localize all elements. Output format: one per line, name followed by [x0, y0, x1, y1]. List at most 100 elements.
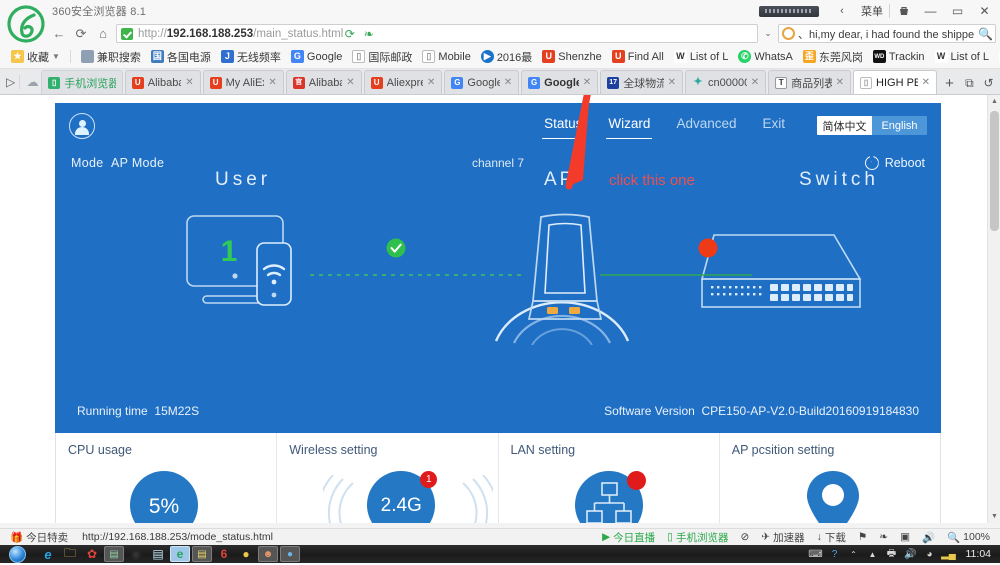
taskbar-window-other[interactable]: ● — [280, 546, 300, 562]
refresh-circle-icon[interactable]: ⟳ — [343, 27, 356, 40]
card-lan-setting[interactable]: LAN setting — [499, 433, 720, 523]
tab-item-active[interactable]: ▯ HIGH PE ✕ — [853, 70, 937, 94]
language-option-english[interactable]: English — [872, 116, 927, 135]
page-scrollbar[interactable]: ▲ ▼ — [987, 95, 1000, 523]
tab-item[interactable]: G Google ✕ — [444, 70, 519, 94]
home-icon[interactable]: ⌂ — [92, 24, 114, 44]
maximize-button[interactable]: ▭ — [944, 1, 971, 22]
bookmark-item[interactable]: UFind All — [607, 47, 669, 67]
leaf-icon[interactable]: ❧ — [362, 27, 375, 40]
nav-item-exit[interactable]: Exit — [762, 116, 785, 135]
tray-expand-icon[interactable]: ⌃ — [847, 547, 861, 561]
bookmark-item[interactable]: WList of L — [930, 47, 995, 67]
close-icon[interactable]: ✕ — [922, 77, 930, 88]
tab-item[interactable]: ✦ cn00000 ✕ — [685, 70, 766, 94]
new-tab-button[interactable]: + — [939, 72, 960, 94]
undo-tab-icon[interactable]: ↺ — [979, 72, 998, 94]
tab-item[interactable]: U Aliexpre ✕ — [364, 70, 443, 94]
close-icon[interactable]: ✕ — [504, 77, 512, 88]
status-flag-icon[interactable]: ⚑ — [852, 531, 873, 543]
minimize-button[interactable]: — — [917, 1, 944, 22]
tray-keyboard-icon[interactable]: ⌨ — [809, 547, 823, 561]
status-leaf-icon[interactable]: ❧ — [873, 531, 894, 543]
bookmark-item[interactable]: WList of L — [669, 47, 734, 67]
taskbar-app-icon[interactable]: ✿ — [82, 546, 102, 562]
taskbar-ie-icon[interactable]: e — [38, 546, 58, 562]
status-shield-icon[interactable]: ⊘ — [734, 531, 755, 543]
url-input[interactable]: http://192.168.188.253/main_status.html … — [116, 24, 758, 43]
tab-item[interactable]: U My AliEx ✕ — [203, 70, 284, 94]
close-icon[interactable]: ✕ — [427, 77, 435, 88]
back-icon[interactable]: ← — [48, 24, 70, 44]
tray-network-icon[interactable]: ▂▄ — [942, 547, 956, 561]
tray-help-icon[interactable]: ? — [828, 547, 842, 561]
start-button[interactable] — [0, 545, 34, 563]
bookmark-item[interactable]: UShenzhe — [537, 47, 606, 67]
bookmark-item[interactable]: WList of L — [994, 47, 1000, 67]
reload-icon[interactable]: ⟳ — [70, 24, 92, 44]
status-sound-icon[interactable]: 🔊 — [916, 531, 941, 544]
tray-volume-icon[interactable]: 🔊 — [904, 547, 918, 561]
search-input[interactable]: 、hi,my dear, i had found the shippe 🔍 — [778, 24, 996, 43]
close-icon[interactable]: ✕ — [346, 77, 354, 88]
taskbar-window-360browser[interactable]: e — [170, 546, 190, 562]
card-ap-position-setting[interactable]: AP pcsition setting — [720, 433, 940, 523]
search-icon[interactable]: 🔍 — [979, 27, 992, 40]
bookmark-item[interactable]: J无线频率 — [216, 47, 286, 67]
tray-printer-icon[interactable]: 🖶 — [885, 547, 899, 561]
bookmark-favorites[interactable]: ★ 收藏 ▼ — [6, 47, 65, 67]
taskbar-app3-icon[interactable]: ● — [236, 546, 256, 562]
taskbar-window-notepad[interactable]: ▤ — [192, 546, 212, 562]
bookmark-item[interactable]: 歪东莞风岗 — [798, 47, 868, 67]
close-icon[interactable]: ✕ — [185, 77, 193, 88]
tab-item[interactable]: 官 Alibaba ✕ — [286, 70, 362, 94]
status-download-button[interactable]: ↓ 下载 — [811, 530, 852, 545]
menu-caret-icon[interactable]: ‹ — [829, 1, 855, 21]
taskbar-clock[interactable]: 11:04 — [961, 548, 997, 560]
status-accelerator-button[interactable]: ✈ 加速器 — [755, 530, 810, 545]
scroll-down-icon[interactable]: ▼ — [988, 510, 1000, 523]
close-icon[interactable]: ✕ — [268, 77, 276, 88]
status-window-icon[interactable]: ▣ — [894, 531, 916, 543]
tab-list-icon[interactable]: ▷ — [2, 70, 19, 94]
language-option-chinese[interactable]: 简体中文 — [817, 116, 872, 135]
tab-item[interactable]: ▯ 手机浏览器 — [41, 70, 123, 94]
cloud-tab-icon[interactable]: ☁ — [24, 70, 41, 94]
taskbar-window-contacts[interactable]: ☻ — [258, 546, 278, 562]
scrollbar-thumb[interactable] — [990, 111, 999, 231]
menu-button[interactable]: 菜单 — [855, 1, 889, 21]
bookmark-item[interactable]: ▶2016最 — [476, 47, 537, 67]
bookmark-item[interactable]: 国各国电源 — [146, 47, 216, 67]
tray-show-hidden-icon[interactable]: ▲ — [866, 547, 880, 561]
taskbar-app2-icon[interactable]: 6 — [214, 546, 234, 562]
tab-item[interactable]: G Google ✕ — [521, 70, 598, 94]
bookmark-item[interactable]: ▯Mobile — [417, 47, 475, 67]
close-icon[interactable]: ✕ — [583, 77, 591, 88]
bookmark-item[interactable]: GGoogle — [286, 47, 347, 67]
restore-tab-icon[interactable]: ⧉ — [960, 72, 979, 94]
status-zoom[interactable]: 🔍 100% — [941, 531, 996, 544]
nav-item-advanced[interactable]: Advanced — [676, 116, 736, 135]
card-cpu-usage[interactable]: CPU usage 5% — [56, 433, 277, 523]
tab-item[interactable]: T 商品列表 ✕ — [768, 70, 851, 94]
search-engine-caret-icon[interactable]: ⌄ — [760, 24, 776, 43]
tab-item[interactable]: U Alibaba ✕ — [125, 70, 201, 94]
skin-chip-icon[interactable] — [759, 6, 819, 17]
status-live-button[interactable]: ▶ 今日直播 — [596, 530, 661, 545]
bookmark-item[interactable]: WDTrackin — [868, 47, 930, 67]
taskbar-window-excel[interactable]: ▤ — [104, 546, 124, 562]
close-icon[interactable]: ✕ — [836, 77, 844, 88]
user-avatar-icon[interactable] — [69, 113, 95, 139]
taskbar-notes-icon[interactable]: ▤ — [148, 546, 168, 562]
bookmark-item[interactable]: ✆WhatsA — [733, 47, 798, 67]
status-mobile-browser-button[interactable]: ▯ 手机浏览器 — [661, 530, 734, 545]
status-deal-button[interactable]: 🎁 今日特卖 — [4, 530, 74, 545]
card-wireless-setting[interactable]: Wireless setting 2.4G 1 — [277, 433, 498, 523]
close-button[interactable]: ✕ — [971, 1, 998, 22]
close-icon[interactable]: ✕ — [751, 77, 759, 88]
bookmark-item[interactable]: 兼职搜索 — [76, 47, 146, 67]
scroll-up-icon[interactable]: ▲ — [988, 95, 1000, 108]
taskbar-chrome-icon[interactable]: ◉ — [126, 546, 146, 562]
bookmark-item[interactable]: ▯国际邮政 — [347, 47, 417, 67]
close-icon[interactable]: ✕ — [668, 77, 676, 88]
